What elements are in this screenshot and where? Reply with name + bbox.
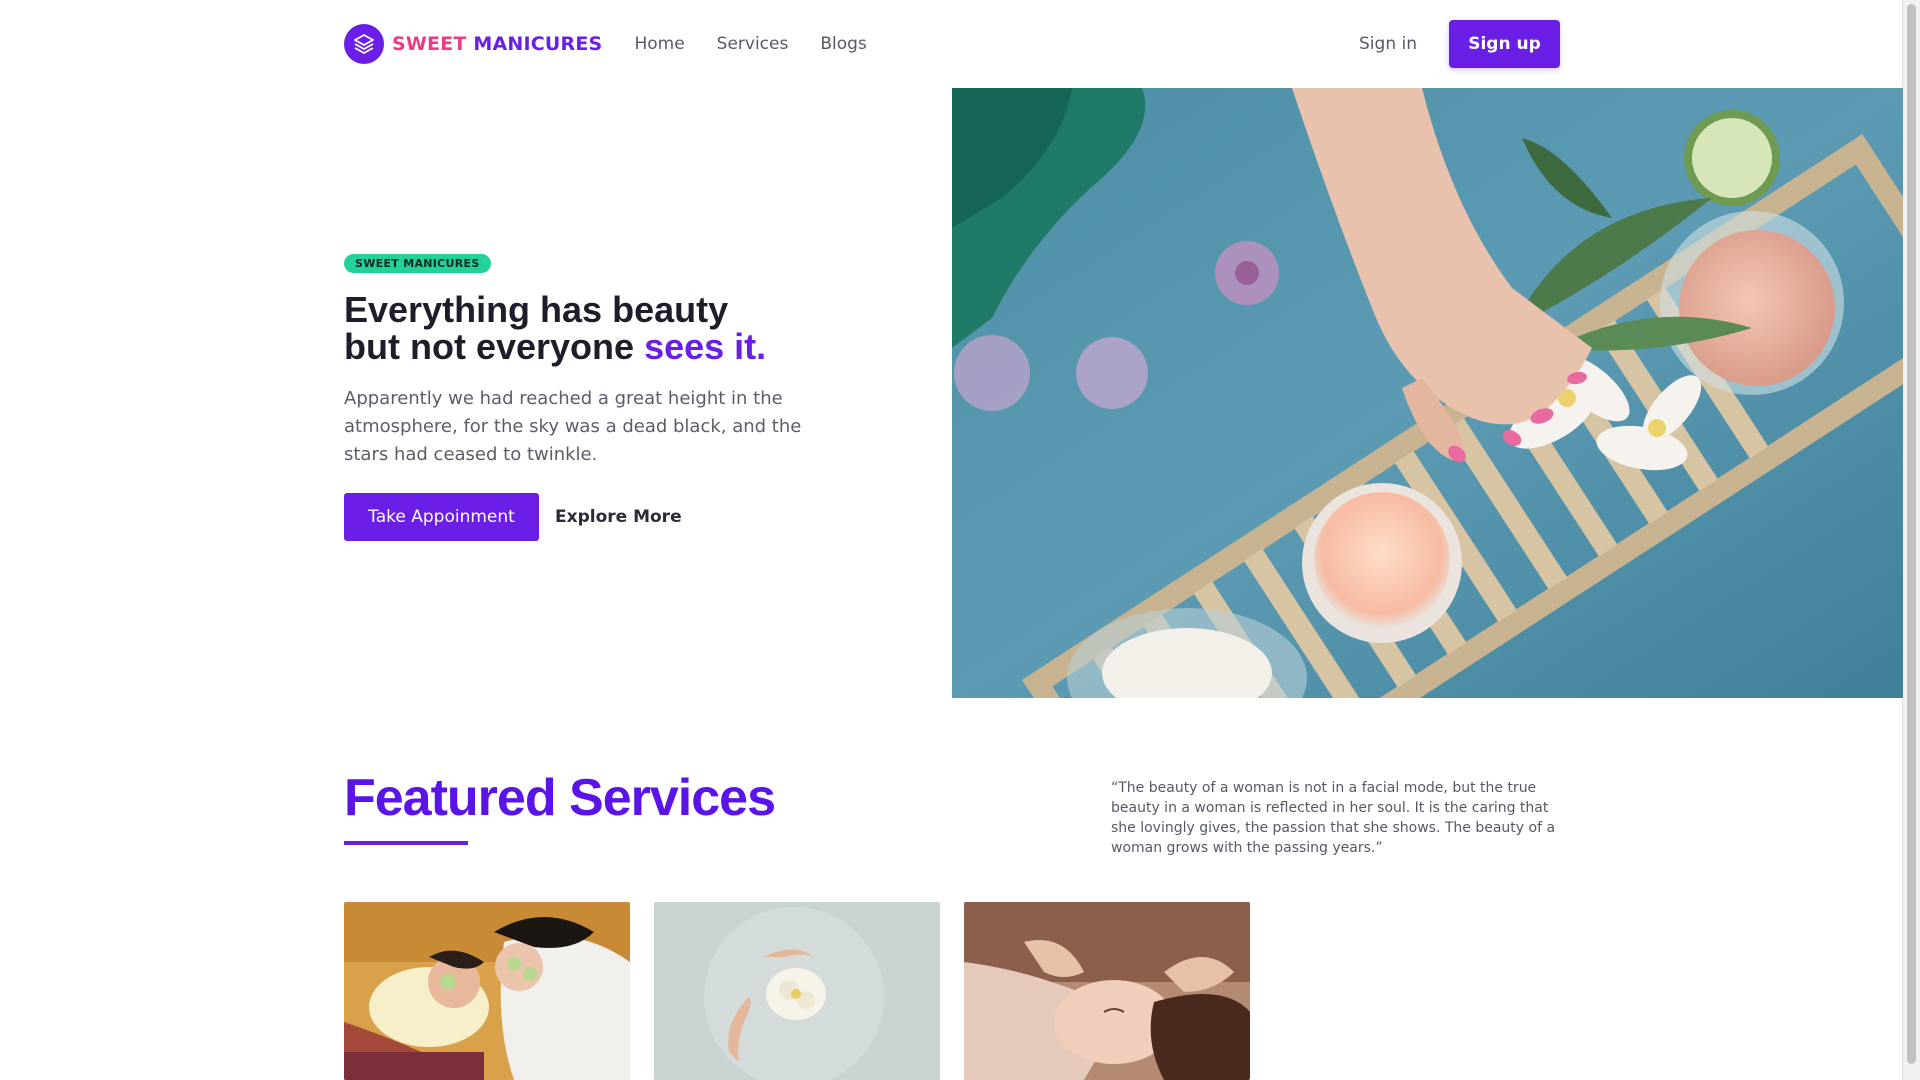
hero-image	[952, 88, 1903, 698]
hero-title-line1: Everything has beauty	[344, 289, 729, 330]
featured-quote: “The beauty of a woman is not in a facia…	[1111, 780, 1556, 856]
page-scrollbar[interactable]	[1902, 0, 1920, 1080]
service-card-spa[interactable]	[654, 902, 940, 1080]
hero-title-accent: sees it.	[644, 326, 767, 367]
nav-link-services[interactable]: Services	[717, 34, 789, 54]
hero-tag-badge: SWEET MANICURES	[344, 254, 491, 273]
service-image-facial	[344, 902, 630, 1080]
service-card-massage[interactable]	[964, 902, 1250, 1080]
hero-description: Apparently we had reached a great height…	[344, 388, 802, 465]
sign-up-button[interactable]: Sign up	[1449, 20, 1560, 68]
nav-link-blogs[interactable]: Blogs	[820, 34, 866, 54]
brand-logo[interactable]: SWEET MANICURES	[344, 24, 602, 64]
hero-title: Everything has beauty but not everyone s…	[344, 291, 864, 365]
nav-links: Home Services Blogs	[634, 34, 898, 54]
explore-more-button[interactable]: Explore More	[555, 507, 682, 527]
scrollbar-thumb[interactable]	[1907, 4, 1916, 1064]
title-underline	[344, 841, 468, 845]
layers-icon	[344, 24, 384, 64]
sign-in-link[interactable]: Sign in	[1359, 34, 1417, 54]
hero-title-line2: but not everyone	[344, 326, 635, 367]
service-card-facial[interactable]	[344, 902, 630, 1080]
hero-actions: Take Appoinment Explore More	[344, 493, 864, 541]
brand-name-part1: SWEET	[392, 33, 467, 55]
auth-actions: Sign in Sign up	[1359, 20, 1560, 68]
service-image-massage	[964, 902, 1250, 1080]
nav-link-home[interactable]: Home	[634, 34, 684, 54]
hero-content: SWEET MANICURES Everything has beauty bu…	[344, 252, 864, 541]
top-navbar: SWEET MANICURES Home Services Blogs Sign…	[344, 20, 1560, 68]
featured-services-title: Featured Services	[344, 769, 776, 827]
take-appointment-button[interactable]: Take Appoinment	[344, 493, 539, 541]
service-image-spa	[654, 902, 940, 1080]
brand-name-part2: MANICURES	[473, 33, 603, 55]
brand-name: SWEET MANICURES	[392, 33, 602, 55]
